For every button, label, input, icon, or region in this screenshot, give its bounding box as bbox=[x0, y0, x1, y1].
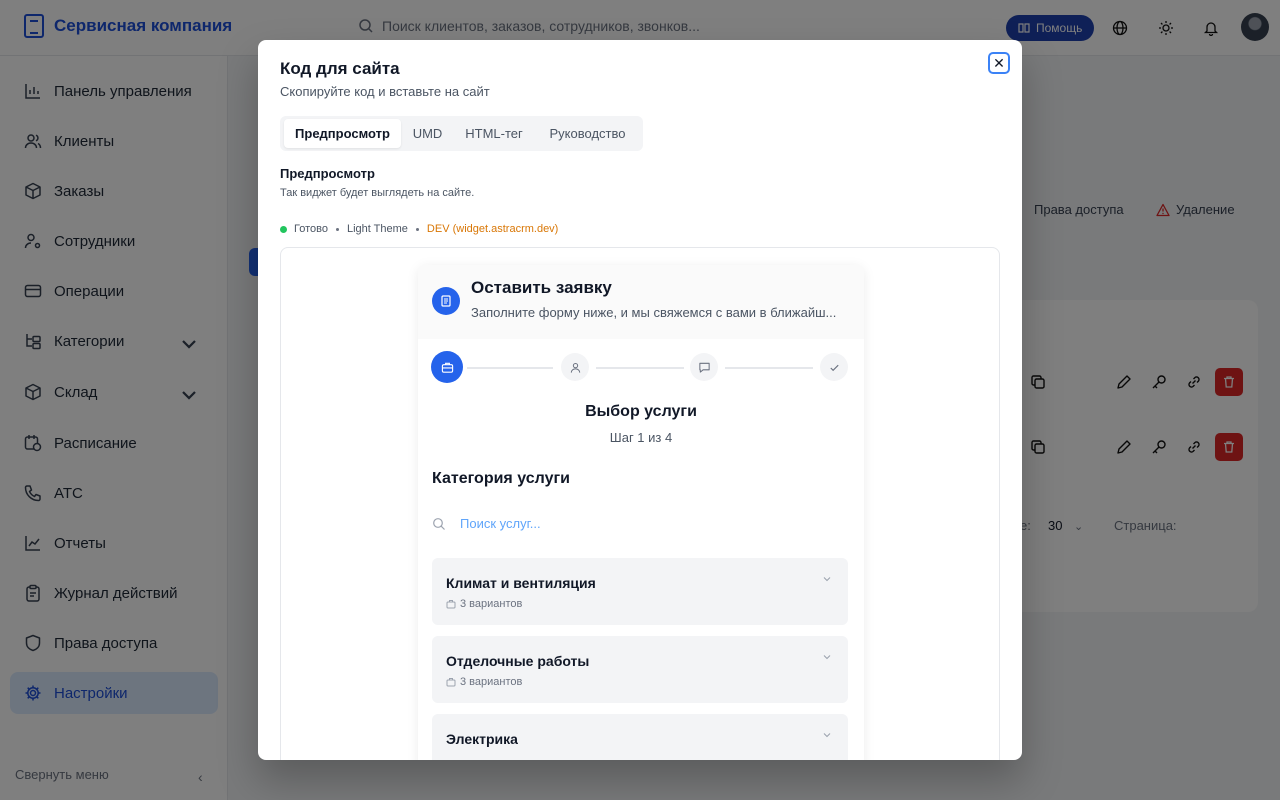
category-name: Отделочные работы bbox=[446, 653, 590, 669]
chevron-down-icon bbox=[823, 733, 831, 738]
briefcase-icon bbox=[441, 362, 453, 373]
status-dot bbox=[280, 225, 287, 233]
widget-subtitle: Заполните форму ниже, и мы свяжемся с ва… bbox=[471, 305, 837, 320]
preview-title: Предпросмотр bbox=[280, 166, 375, 181]
tab-list: Предпросмотр UMD HTML-тег Руководство bbox=[280, 116, 643, 151]
status-ready: Готово bbox=[294, 223, 328, 235]
close-button[interactable]: ✕ bbox=[988, 52, 1010, 74]
briefcase-icon bbox=[446, 600, 456, 609]
category-heading: Категория услуги bbox=[432, 470, 570, 487]
step-confirm[interactable] bbox=[820, 353, 848, 381]
preview-description: Так виджет будет выглядеть на сайте. bbox=[280, 187, 475, 199]
category-item[interactable]: Отделочные работы 3 вариантов bbox=[432, 636, 848, 703]
step-counter: Шаг 1 из 4 bbox=[609, 430, 673, 445]
tab-umd[interactable]: UMD bbox=[404, 119, 451, 148]
step-connector bbox=[467, 367, 553, 369]
step-connector bbox=[596, 367, 684, 369]
user-icon bbox=[570, 362, 580, 373]
chevron-down-icon bbox=[823, 655, 831, 660]
search-icon bbox=[433, 517, 445, 530]
close-icon: ✕ bbox=[993, 54, 1005, 71]
modal-title: Код для сайта bbox=[280, 59, 400, 78]
chevron-down-icon bbox=[823, 577, 831, 582]
separator-dot bbox=[335, 227, 339, 231]
widget-title: Оставить заявку bbox=[471, 278, 612, 297]
category-meta: 3 вариантов bbox=[446, 598, 522, 610]
service-search bbox=[432, 516, 760, 531]
service-search-input[interactable] bbox=[460, 516, 760, 531]
preview-frame: Оставить заявку Заполните форму ниже, и … bbox=[280, 247, 1000, 760]
category-item[interactable]: Климат и вентиляция 3 вариантов bbox=[432, 558, 848, 625]
briefcase-icon bbox=[446, 678, 456, 687]
message-icon bbox=[698, 362, 710, 373]
variant-count: 3 вариантов bbox=[460, 598, 523, 610]
step-connector bbox=[725, 367, 813, 369]
embed-code-modal: Код для сайта Скопируйте код и вставьте … bbox=[258, 40, 1022, 760]
widget-status: Готово Light Theme DEV (widget.astracrm.… bbox=[280, 223, 558, 235]
category-name: Электрика bbox=[446, 731, 518, 747]
separator-dot bbox=[415, 227, 419, 231]
category-item[interactable]: Электрика bbox=[432, 714, 848, 760]
category-meta: 3 вариантов bbox=[446, 676, 522, 688]
tab-preview[interactable]: Предпросмотр bbox=[284, 119, 401, 148]
variant-count: 3 вариантов bbox=[460, 676, 523, 688]
form-icon bbox=[432, 287, 460, 315]
step-comment[interactable] bbox=[690, 353, 718, 381]
status-theme: Light Theme bbox=[346, 223, 408, 235]
tab-guide[interactable]: Руководство bbox=[537, 119, 638, 148]
step-service[interactable] bbox=[431, 351, 463, 383]
check-icon bbox=[829, 364, 839, 371]
widget-header: Оставить заявку Заполните форму ниже, и … bbox=[418, 265, 864, 339]
step-contact[interactable] bbox=[561, 353, 589, 381]
step-title: Выбор услуги bbox=[585, 403, 697, 420]
status-env: DEV (widget.astracrm.dev) bbox=[426, 223, 559, 235]
tab-html-tag[interactable]: HTML-тег bbox=[454, 119, 534, 148]
modal-subtitle: Скопируйте код и вставьте на сайт bbox=[280, 84, 490, 99]
widget-preview: Оставить заявку Заполните форму ниже, и … bbox=[418, 265, 864, 760]
category-name: Климат и вентиляция bbox=[446, 575, 596, 591]
